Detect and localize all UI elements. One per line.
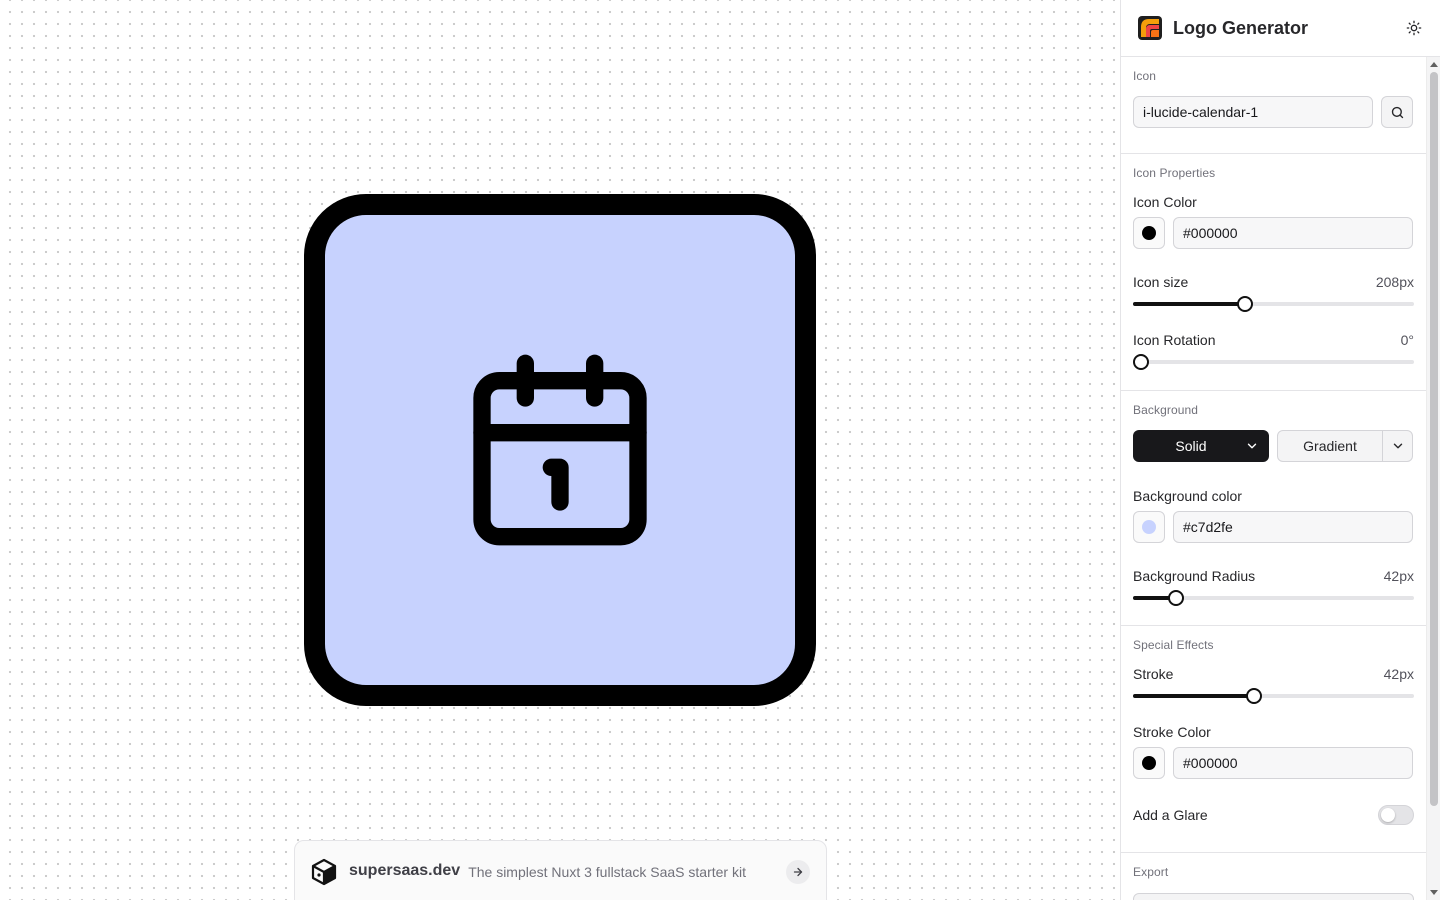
slider-thumb[interactable]: [1245, 688, 1262, 704]
logo-canvas: supersaas.dev The simplest Nuxt 3 fullst…: [0, 0, 1120, 900]
chevron-down-icon: [1247, 443, 1257, 449]
gradient-label: Gradient: [1303, 438, 1357, 454]
glare-row: Add a Glare: [1133, 805, 1414, 825]
sidebar-content[interactable]: Icon i-lucide-calendar-1 Icon Properties…: [1121, 57, 1426, 900]
background-section: Background Solid Gradient Background col…: [1121, 391, 1426, 626]
stroke-label-row: Stroke 42px: [1133, 666, 1414, 682]
chevron-down-icon: [1393, 443, 1402, 449]
sidebar-scrollbar[interactable]: [1426, 57, 1440, 900]
logo-preview: [304, 194, 816, 706]
export-section: Export: [1121, 853, 1426, 900]
stroke-color-label: Stroke Color: [1133, 724, 1211, 740]
slider-thumb[interactable]: [1167, 590, 1184, 606]
slider-fill: [1133, 694, 1253, 698]
export-button[interactable]: [1133, 893, 1414, 900]
stroke-color-label-row: Stroke Color: [1133, 724, 1414, 740]
icon-name-input[interactable]: i-lucide-calendar-1: [1133, 96, 1373, 128]
icon-size-label: Icon size: [1133, 274, 1189, 290]
special-effects-section: Special Effects Stroke 42px Stroke Color…: [1121, 626, 1426, 853]
glare-toggle[interactable]: [1378, 805, 1414, 825]
background-radius-label: Background Radius: [1133, 568, 1256, 584]
icon-section: Icon i-lucide-calendar-1: [1121, 57, 1426, 154]
background-radius-label-row: Background Radius 42px: [1133, 568, 1414, 584]
icon-size-slider[interactable]: [1133, 296, 1414, 312]
slider-thumb[interactable]: [1237, 296, 1254, 312]
slider-thumb[interactable]: [1133, 354, 1149, 370]
background-gradient-select[interactable]: Gradient: [1277, 430, 1413, 462]
icon-size-value: 208px: [1375, 274, 1414, 290]
section-title-special-effects: Special Effects: [1133, 638, 1214, 652]
arrow-right-icon: [793, 867, 803, 877]
icon-rotation-label-row: Icon Rotation 0°: [1133, 332, 1414, 348]
app-logo: [1138, 16, 1162, 40]
icon-search-button[interactable]: [1381, 96, 1413, 128]
section-title-background: Background: [1133, 403, 1199, 417]
promo-brand: supersaas.dev: [349, 862, 461, 879]
icon-color-label-row: Icon Color: [1133, 194, 1414, 210]
scroll-down-arrow[interactable]: [1430, 890, 1438, 895]
stroke-slider[interactable]: [1133, 688, 1414, 704]
slider-fill: [1133, 596, 1171, 600]
glare-label: Add a Glare: [1133, 807, 1208, 823]
slider-track: [1133, 360, 1414, 364]
stroke-color-dot: [1142, 756, 1156, 770]
stroke-color-input[interactable]: #000000: [1173, 747, 1413, 779]
background-color-input[interactable]: #c7d2fe: [1173, 511, 1413, 543]
theme-toggle-button[interactable]: [1404, 18, 1424, 38]
settings-sidebar: Logo Generator Icon i-lucide-calendar-1: [1120, 0, 1440, 900]
promo-banner[interactable]: supersaas.dev The simplest Nuxt 3 fullst…: [294, 840, 827, 900]
background-solid-select[interactable]: Solid: [1133, 430, 1269, 462]
stroke-label: Stroke: [1133, 666, 1174, 682]
cube-icon: [311, 858, 337, 886]
section-title-icon: Icon: [1133, 69, 1157, 83]
sun-icon: [1406, 20, 1422, 36]
icon-rotation-value: 0°: [1400, 332, 1414, 348]
icon-color-input[interactable]: #000000: [1173, 217, 1413, 249]
sidebar-header: Logo Generator: [1121, 0, 1440, 57]
toggle-knob: [1381, 808, 1395, 822]
icon-rotation-label: Icon Rotation: [1133, 332, 1216, 348]
promo-tagline: The simplest Nuxt 3 fullstack SaaS start…: [468, 864, 746, 880]
icon-size-label-row: Icon size 208px: [1133, 274, 1414, 290]
calendar-icon: [473, 354, 647, 546]
background-color-dot: [1142, 520, 1156, 534]
background-radius-slider[interactable]: [1133, 590, 1414, 606]
section-title-export: Export: [1133, 865, 1169, 879]
gradient-chevron-button[interactable]: [1383, 439, 1412, 453]
background-radius-value: 42px: [1383, 568, 1414, 584]
scroll-up-arrow[interactable]: [1430, 62, 1438, 67]
scrollbar-thumb[interactable]: [1430, 72, 1438, 806]
background-color-label: Background color: [1133, 488, 1242, 504]
slider-fill: [1133, 302, 1244, 306]
icon-properties-section: Icon Properties Icon Color #000000 Icon …: [1121, 154, 1426, 391]
search-icon: [1391, 106, 1403, 118]
promo-arrow-button[interactable]: [786, 860, 810, 884]
background-color-label-row: Background color: [1133, 488, 1414, 504]
app-title: Logo Generator: [1173, 17, 1309, 38]
icon-color-label: Icon Color: [1133, 194, 1197, 210]
section-title-icon-properties: Icon Properties: [1133, 166, 1216, 180]
stroke-value: 42px: [1383, 666, 1414, 682]
background-color-swatch[interactable]: [1133, 511, 1165, 543]
icon-rotation-slider[interactable]: [1133, 354, 1414, 370]
stroke-color-swatch[interactable]: [1133, 747, 1165, 779]
icon-color-dot: [1142, 226, 1156, 240]
icon-color-swatch[interactable]: [1133, 217, 1165, 249]
